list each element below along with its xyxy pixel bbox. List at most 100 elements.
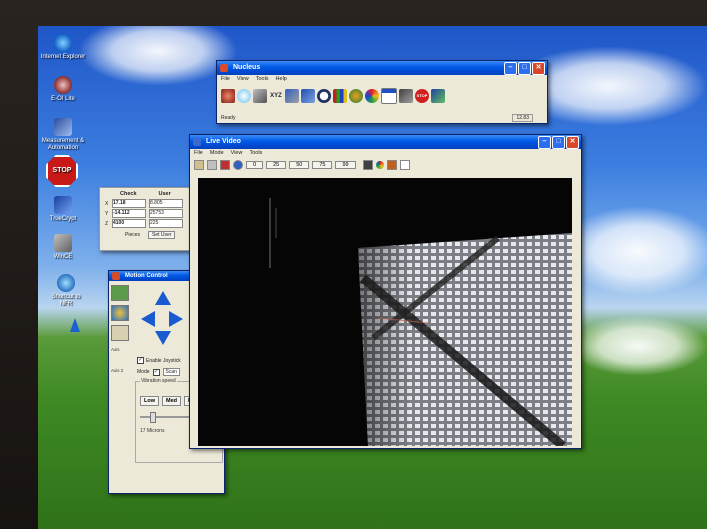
speed-slider-thumb[interactable] [150,412,156,423]
desktop-icon-measurement[interactable]: Measurement & Automation [38,118,88,152]
user-x-field[interactable]: 8.805 [149,199,183,208]
desktop-icon-internet-explorer[interactable]: Internet Explorer [38,34,88,61]
speed-med-button[interactable]: Med [162,396,181,406]
stage-icon[interactable] [221,89,235,103]
mode-row: Mode ✓ Scan [137,368,180,376]
video-feed[interactable] [198,178,572,446]
axis-label: Z [105,220,109,227]
live-video-toolbar: 0 25 50 75 99 [190,158,581,171]
maximize-button[interactable]: □ [552,136,565,149]
motion-control-app-icon [112,272,120,280]
move-icon[interactable] [301,89,315,103]
live-video-menubar: File Mode View Tools [190,149,581,158]
desktop-arrow-icon[interactable] [70,318,80,332]
enable-joystick-checkbox[interactable]: ✓ [137,357,144,364]
settings-icon[interactable] [386,159,397,170]
desktop: Internet Explorer E-OI Lite Measurement … [38,26,707,529]
page-icon[interactable] [399,159,410,170]
menu-file[interactable]: File [221,75,230,84]
truecrypt-icon [54,196,72,214]
user-y-field[interactable]: 25753 [149,209,183,218]
zoom-99-button[interactable]: 99 [335,160,356,169]
minimize-button[interactable]: – [504,62,517,75]
check-y-field[interactable]: -14.112 [112,209,146,218]
nucleus-window: Nucleus – □ ✕ File View Tools Help XYZ S… [216,60,548,124]
doc-icon[interactable] [381,88,397,104]
capture-icon[interactable] [233,159,243,170]
nucleus-titlebar[interactable]: Nucleus – □ ✕ [217,61,547,75]
tab-axis[interactable]: Axis [111,347,129,352]
desktop-icon-shortcut[interactable]: Shortcut to NFR [46,274,86,308]
motion-tool-globe-icon[interactable] [111,305,129,321]
chart-icon[interactable] [333,89,347,103]
nucleus-menubar: File View Tools Help [217,75,547,84]
mode-select[interactable]: Scan [162,368,180,376]
menu-view[interactable]: View [237,75,249,84]
zoom-0-button[interactable]: 0 [246,160,264,169]
close-button[interactable]: ✕ [532,62,545,75]
axis-label: Y [105,210,109,217]
hand-icon[interactable] [207,159,217,170]
check-row: Y -14.112 25753 [105,209,190,218]
record-icon[interactable] [220,159,230,170]
menu-view[interactable]: View [231,149,243,158]
user-z-field[interactable]: 225 [149,219,183,228]
stop-icon[interactable]: STOP [415,89,429,103]
check-x-field[interactable]: 17.18 [112,199,146,208]
check-z-field[interactable]: 4100 [112,219,146,228]
desktop-icon-label: E-OI Lite [51,96,75,102]
menu-tools[interactable]: Tools [256,75,269,84]
nucleus-toolbar: XYZ STOP [217,84,547,108]
close-button[interactable]: ✕ [566,136,579,149]
palette-icon[interactable] [365,89,379,103]
menu-mode[interactable]: Mode [210,149,224,158]
desktop-icon-truecrypt[interactable]: TrueCrypt [46,196,80,223]
zoom-50-button[interactable]: 50 [289,160,310,169]
network-icon[interactable] [431,89,445,103]
motion-tool-doc-icon[interactable] [111,325,129,341]
zoom-75-button[interactable]: 75 [312,160,333,169]
nucleus-status-text: Ready [221,115,236,121]
desktop-icon-e-oi-lite[interactable]: E-OI Lite [38,76,88,103]
nucleus-app-icon [220,64,228,72]
desktop-icon-label: Shortcut to NFR [51,294,81,307]
probe-icon[interactable] [253,89,267,103]
globe-icon[interactable] [349,89,363,103]
xyz-icon[interactable]: XYZ [269,89,283,103]
mode-checkbox[interactable]: ✓ [152,368,160,376]
speed-low-button[interactable]: Low [140,396,159,406]
live-video-titlebar[interactable]: Live Video – □ ✕ [190,135,581,149]
menu-help[interactable]: Help [276,75,287,84]
arrow-right-icon[interactable] [169,311,183,327]
zoom-25-button[interactable]: 25 [266,160,287,169]
arrow-left-icon[interactable] [141,311,155,327]
microscope-image [269,198,572,446]
arrow-down-icon[interactable] [155,331,171,345]
open-icon[interactable] [194,159,204,170]
minimize-button[interactable]: – [538,136,551,149]
snapshot-icon[interactable] [362,159,373,170]
arrow-pad [141,291,185,349]
tab-axis-2[interactable]: Axis 2 [111,368,129,373]
arrow-up-icon[interactable] [155,291,171,305]
maximize-button[interactable]: □ [518,62,531,75]
set-user-button[interactable]: Set User [148,231,176,239]
menu-tools[interactable]: Tools [249,149,262,158]
clock-icon[interactable] [317,89,331,103]
motion-tool-stage-icon[interactable] [111,285,129,301]
scanner-icon[interactable] [285,89,299,103]
desktop-icon-wince[interactable]: WinCE [46,234,80,261]
live-video-app-icon [193,138,201,146]
speed-group-label: Vibration speed [140,378,177,384]
live-video-window: Live Video – □ ✕ File Mode View Tools 0 … [189,134,582,449]
lamp-icon[interactable] [237,89,251,103]
color-icon[interactable] [375,160,384,169]
shortcut-icon [57,274,75,292]
camera-icon[interactable] [399,89,413,103]
desktop-icon-stop[interactable]: STOP [46,155,78,187]
desktop-icon-label: Measurement & Automation [41,138,85,151]
live-video-title: Live Video [206,138,241,145]
sky-cloud [78,26,238,86]
motion-control-title: Motion Control [125,273,168,279]
menu-file[interactable]: File [194,149,203,158]
